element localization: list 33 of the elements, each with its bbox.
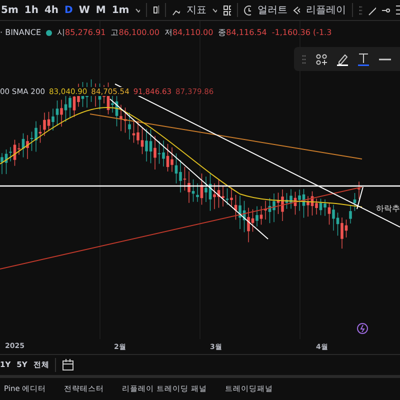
- rewind-icon[interactable]: [293, 6, 300, 15]
- calendar-icon[interactable]: [62, 358, 74, 371]
- ohlc-value: 종84,116.54: [218, 27, 267, 38]
- line-icon[interactable]: [379, 58, 391, 61]
- ohlc-value: 시85,276.91: [57, 27, 106, 38]
- replay-button[interactable]: 리플레이: [306, 3, 346, 18]
- interval-button[interactable]: D: [64, 4, 73, 16]
- ohlc-value: 저84,110.00: [164, 27, 214, 38]
- text-tool-icon[interactable]: [358, 52, 369, 66]
- interval-button[interactable]: 1h: [24, 4, 38, 16]
- menu-icon[interactable]: [396, 5, 400, 16]
- interval-button[interactable]: W: [78, 4, 90, 16]
- status-dot-icon: [46, 30, 52, 36]
- symbol-label: · BINANCE: [0, 28, 42, 38]
- alert-button[interactable]: 얼러트: [257, 3, 288, 18]
- lightning-icon[interactable]: [357, 323, 368, 334]
- interval-button[interactable]: 5m: [1, 4, 18, 16]
- ohlc-value: 고86,100.00: [110, 27, 160, 38]
- interval-button[interactable]: M: [96, 4, 106, 16]
- interval-button[interactable]: 4h: [44, 4, 59, 16]
- candlestick-icon[interactable]: [152, 4, 160, 16]
- indicators-button[interactable]: 지표: [186, 3, 206, 18]
- alarm-clock-icon[interactable]: [243, 4, 252, 16]
- horizontal-line-icon[interactable]: [382, 8, 390, 13]
- grid-plus-icon[interactable]: [316, 54, 327, 65]
- change-value: -1,160.36 (-1.3: [272, 28, 332, 38]
- grid-icon[interactable]: [223, 4, 231, 16]
- chevron-down-icon[interactable]: [135, 8, 140, 13]
- chevron-down-icon[interactable]: [212, 8, 218, 13]
- pencil-icon[interactable]: [337, 52, 348, 66]
- interval-button[interactable]: 1m: [112, 4, 130, 16]
- drag-handle-icon[interactable]: [358, 6, 362, 15]
- trendline-label: 하락추: [376, 203, 400, 214]
